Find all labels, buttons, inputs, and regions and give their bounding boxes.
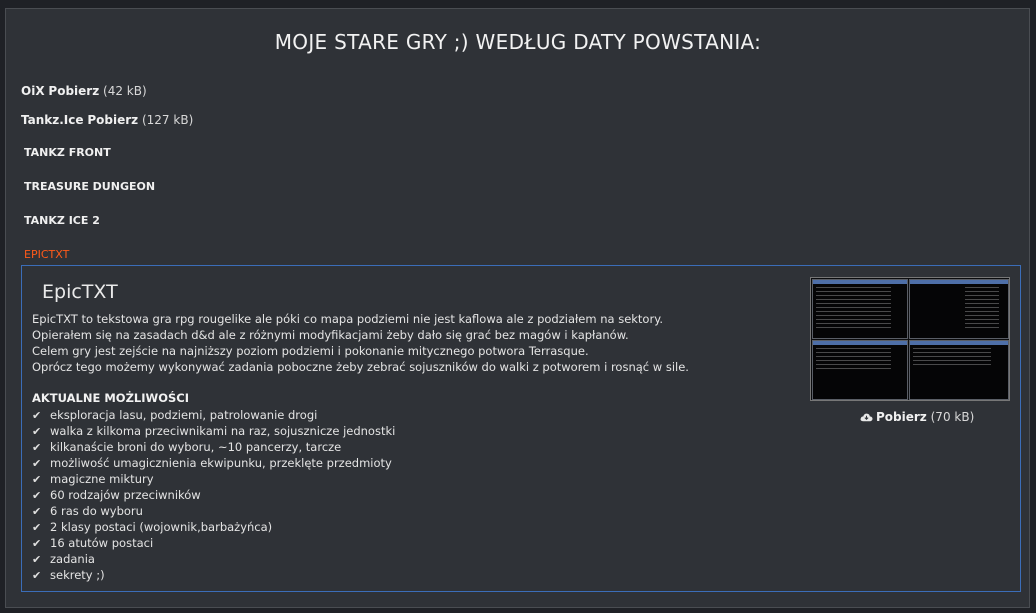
file-size: (42 kB) [103, 84, 147, 98]
feature-text: eksploracja lasu, podziemi, patrolowanie… [50, 408, 318, 422]
page-title: MOJE STARE GRY ;) WEDŁUG DATY POWSTANIA: [274, 30, 762, 54]
feature-text: 16 atutów postaci [50, 536, 154, 550]
download-line-tankz-ice: Tankz.Ice Pobierz (127 kB) [21, 113, 193, 127]
feature-item: ✔ 16 atutów postaci [32, 535, 395, 551]
feature-item: ✔ zadania [32, 551, 395, 567]
check-icon: ✔ [32, 441, 42, 454]
feature-text: magiczne miktury [50, 472, 154, 486]
feature-item: ✔ 2 klasy postaci (wojownik,barbażyńca) [32, 519, 395, 535]
game-download: Pobierz (70 kB) [860, 410, 974, 424]
nav-item-tankz-front[interactable]: TANKZ FRONT [24, 146, 111, 159]
feature-text: kilkanaście broni do wyboru, ~10 pancerz… [50, 440, 342, 454]
game-name: OiX [21, 84, 45, 98]
feature-text: 2 klasy postaci (wojownik,barbażyńca) [50, 520, 273, 534]
file-size: (70 kB) [930, 410, 975, 424]
game-name: Tankz.Ice [21, 113, 84, 127]
download-link[interactable]: Pobierz [876, 410, 927, 424]
download-line-oix: OiX Pobierz (42 kB) [21, 84, 147, 98]
description-line: Opierałem się na zasadach d&d ale z różn… [32, 328, 629, 342]
nav-item-treasure-dungeon[interactable]: TREASURE DUNGEON [24, 180, 155, 193]
feature-item: ✔ 60 rodzajów przeciwników [32, 487, 395, 503]
description-line: EpicTXT to tekstowa gra rpg rougelike al… [32, 312, 664, 326]
screenshot-window [812, 340, 908, 400]
feature-item: ✔ magiczne miktury [32, 471, 395, 487]
screenshot-window [812, 279, 908, 339]
download-link[interactable]: Pobierz [87, 113, 138, 127]
file-size: (127 kB) [141, 113, 194, 127]
feature-item: ✔ walka z kilkoma przeciwnikami na raz, s… [32, 423, 395, 439]
cloud-download-icon [860, 413, 873, 422]
features-heading: AKTUALNE MOŻLIWOŚCI [32, 391, 189, 405]
check-icon: ✔ [32, 537, 42, 550]
feature-item: ✔ 6 ras do wyboru [32, 503, 395, 519]
game-panel: EpicTXT EpicTXT to tekstowa gra rpg roug… [21, 265, 1021, 592]
nav-item-epictxt[interactable]: EPICTXT [24, 248, 69, 261]
feature-text: walka z kilkoma przeciwnikami na raz, so… [50, 424, 396, 438]
check-icon: ✔ [32, 553, 42, 566]
check-icon: ✔ [32, 409, 42, 422]
check-icon: ✔ [32, 569, 42, 582]
description-line: Oprócz tego możemy wykonywać zadania pob… [32, 360, 689, 374]
feature-text: zadania [50, 552, 95, 566]
game-screenshot[interactable] [810, 277, 1010, 401]
feature-text: sekrety ;) [50, 568, 105, 582]
screenshot-window [909, 279, 1009, 339]
feature-item: ✔ sekrety ;) [32, 567, 395, 583]
feature-item: ✔ eksploracja lasu, podziemi, patrolowani… [32, 407, 395, 423]
features-list: ✔ eksploracja lasu, podziemi, patrolowani… [32, 407, 395, 583]
screenshot-window [909, 340, 1009, 400]
check-icon: ✔ [32, 457, 42, 470]
feature-item: ✔ możliwość umagicznienia ekwipunku, prze… [32, 455, 395, 471]
feature-text: 6 ras do wyboru [50, 504, 143, 518]
description-line: Celem gry jest zejście na najniższy pozi… [32, 344, 589, 358]
feature-text: możliwość umagicznienia ekwipunku, przek… [50, 456, 392, 470]
download-link[interactable]: Pobierz [48, 84, 99, 98]
check-icon: ✔ [32, 505, 42, 518]
game-description: EpicTXT to tekstowa gra rpg rougelike al… [32, 311, 792, 375]
feature-text: 60 rodzajów przeciwników [50, 488, 201, 502]
feature-item: ✔ kilkanaście broni do wyboru, ~10 pancer… [32, 439, 395, 455]
nav-item-tankz-ice-2[interactable]: TANKZ ICE 2 [24, 214, 100, 227]
check-icon: ✔ [32, 489, 42, 502]
check-icon: ✔ [32, 425, 42, 438]
game-title: EpicTXT [42, 281, 118, 303]
check-icon: ✔ [32, 521, 42, 534]
check-icon: ✔ [32, 473, 42, 486]
